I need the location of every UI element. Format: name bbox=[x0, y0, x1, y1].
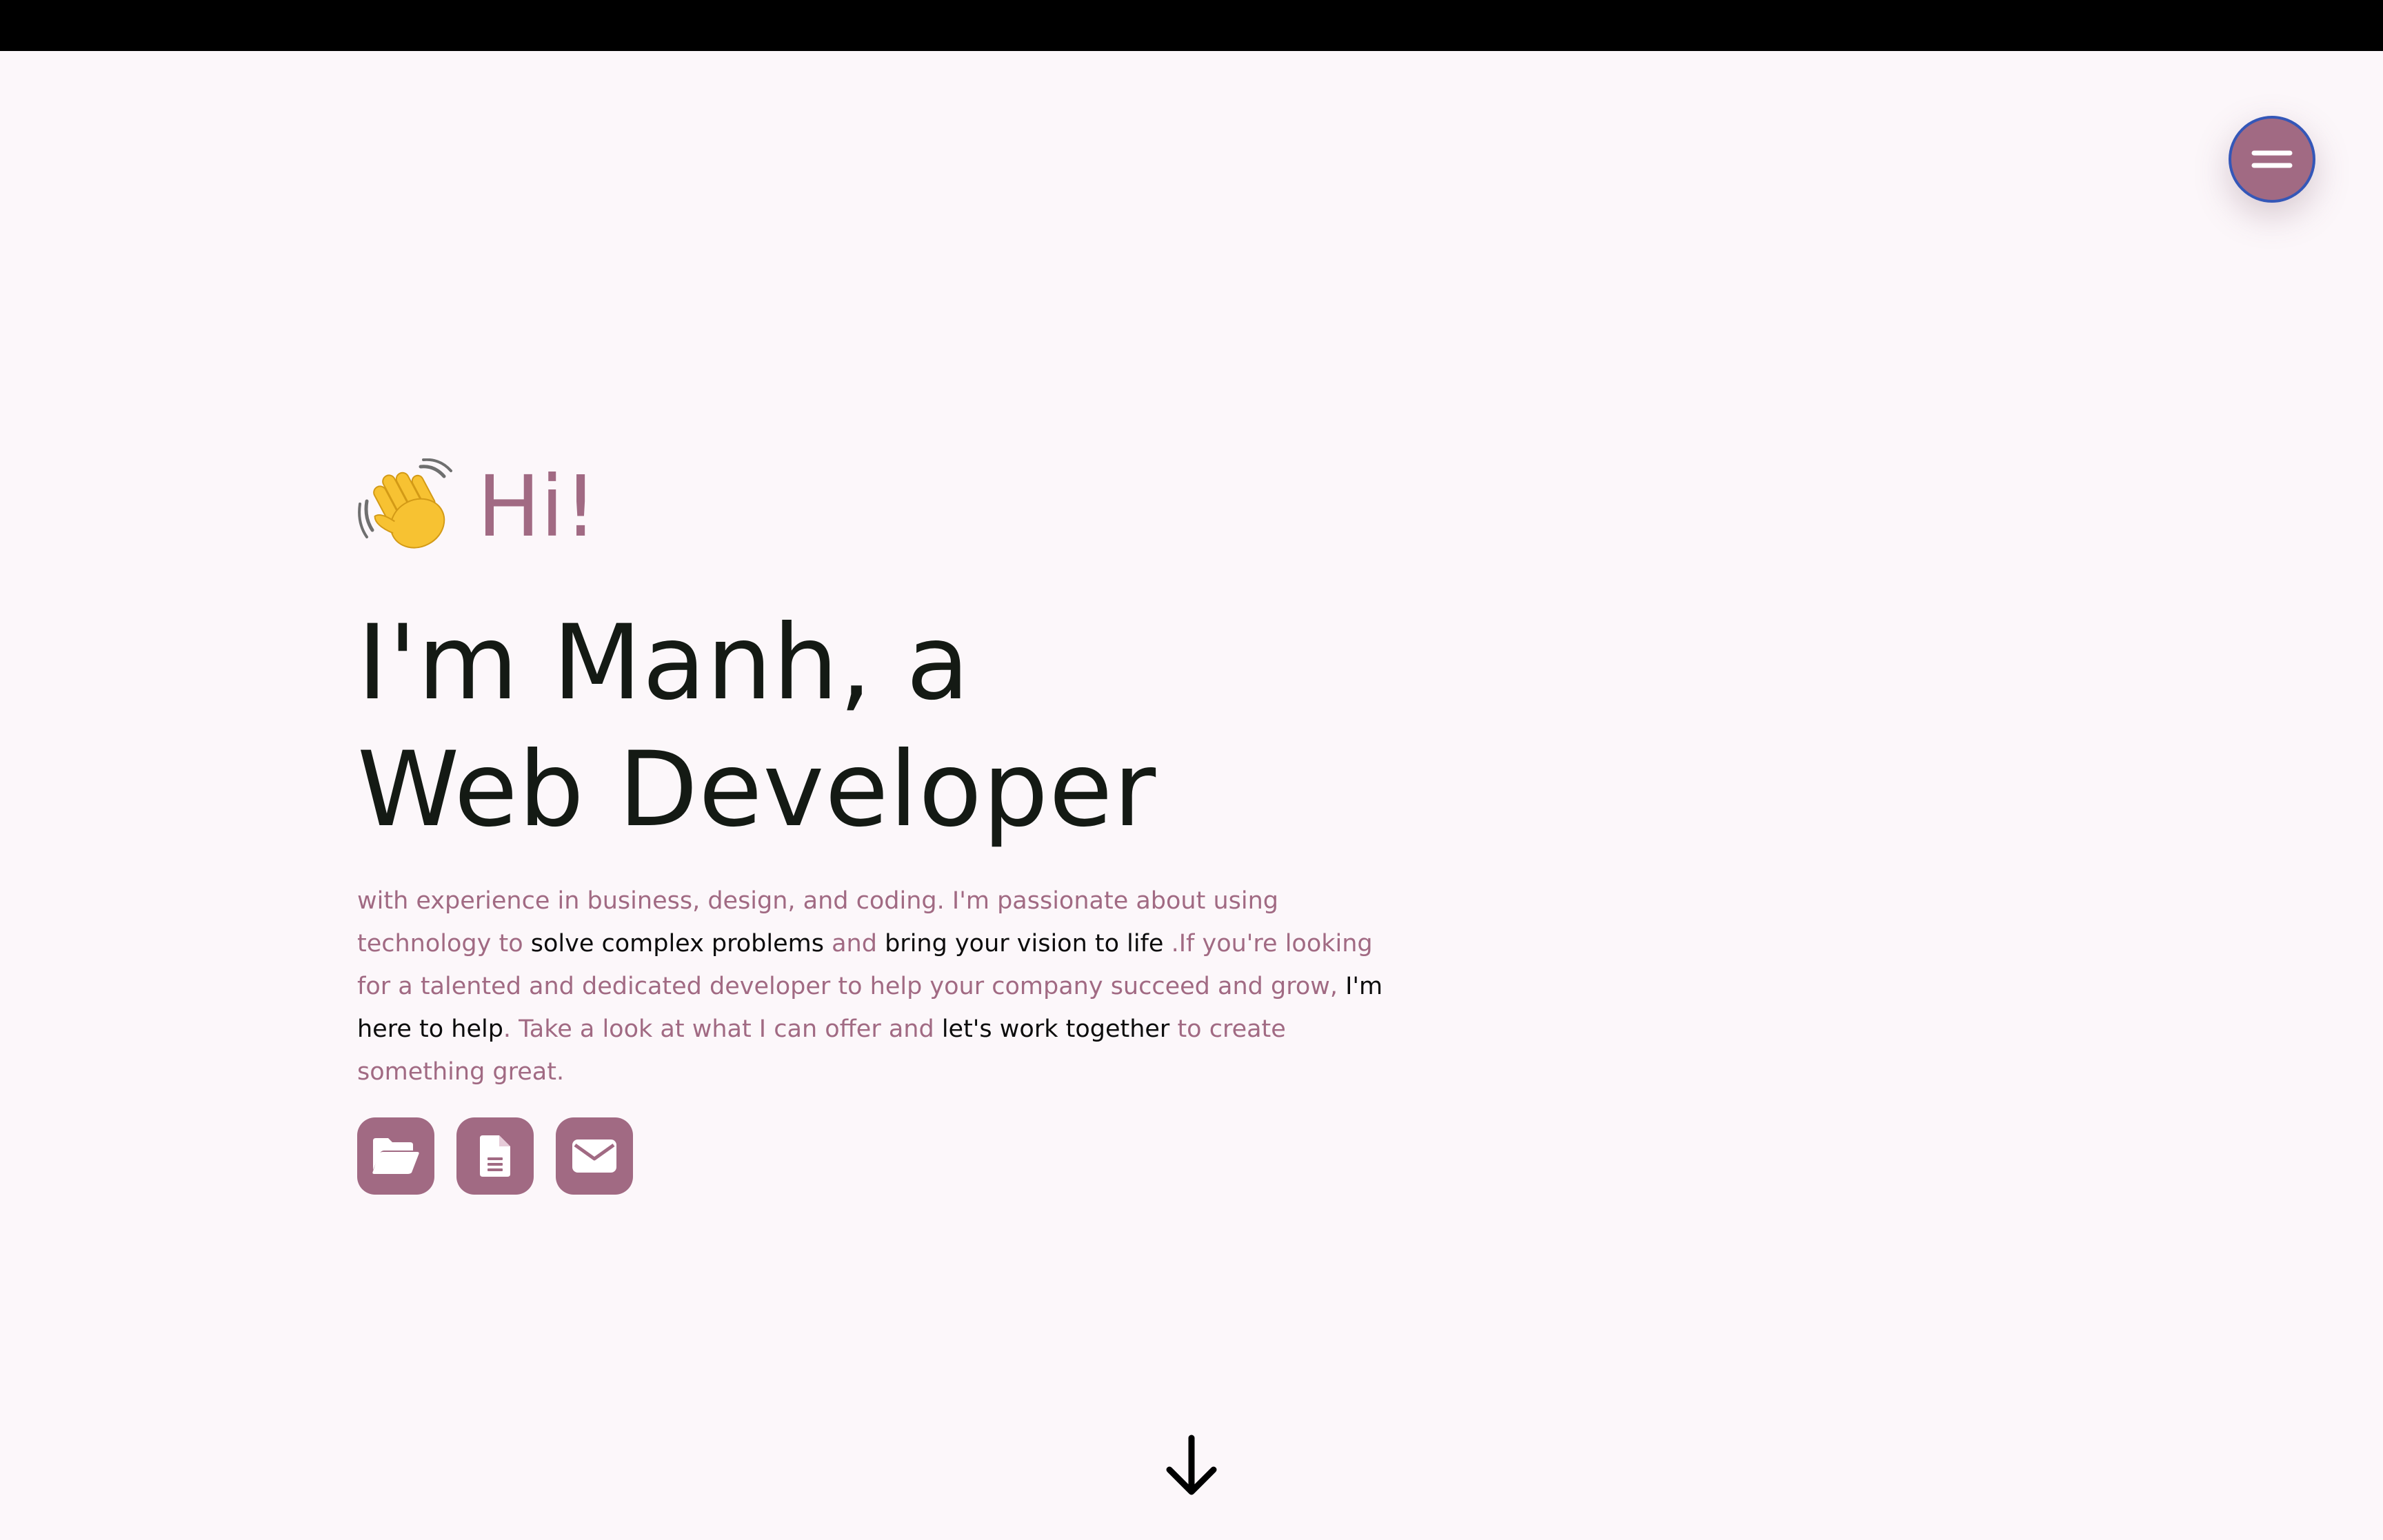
intro-highlight-4: let's work together bbox=[941, 1015, 1170, 1043]
intro-text-2: and bbox=[823, 930, 885, 958]
resume-button[interactable] bbox=[456, 1117, 534, 1195]
waving-hand-icon bbox=[358, 458, 452, 549]
intro-text-4: . Take a look at what I can offer and bbox=[503, 1015, 942, 1043]
intro-highlight-2: bring your vision to life bbox=[885, 930, 1164, 958]
projects-button[interactable] bbox=[357, 1117, 434, 1195]
envelope-icon bbox=[572, 1139, 616, 1173]
menu-button[interactable] bbox=[2229, 116, 2315, 203]
hero-section: Hi! I'm Manh, a Web Developer with exper… bbox=[357, 455, 1433, 1195]
greeting-text: Hi! bbox=[477, 458, 598, 556]
action-buttons bbox=[357, 1117, 1433, 1195]
contact-button[interactable] bbox=[556, 1117, 633, 1195]
document-icon bbox=[480, 1135, 510, 1177]
arrow-down-icon bbox=[1166, 1435, 1217, 1495]
top-bar bbox=[0, 0, 2383, 51]
scroll-down-button[interactable] bbox=[1164, 1434, 1219, 1497]
headline-line-1: I'm Manh, a bbox=[357, 603, 971, 723]
greeting: Hi! bbox=[357, 455, 1433, 558]
hamburger-icon bbox=[2251, 150, 2293, 168]
headline: I'm Manh, a Web Developer bbox=[357, 600, 1433, 853]
intro-highlight-1: solve complex problems bbox=[530, 930, 824, 958]
intro-paragraph: with experience in business, design, and… bbox=[357, 880, 1405, 1093]
headline-line-2: Web Developer bbox=[357, 730, 1157, 850]
folder-open-icon bbox=[372, 1138, 419, 1174]
